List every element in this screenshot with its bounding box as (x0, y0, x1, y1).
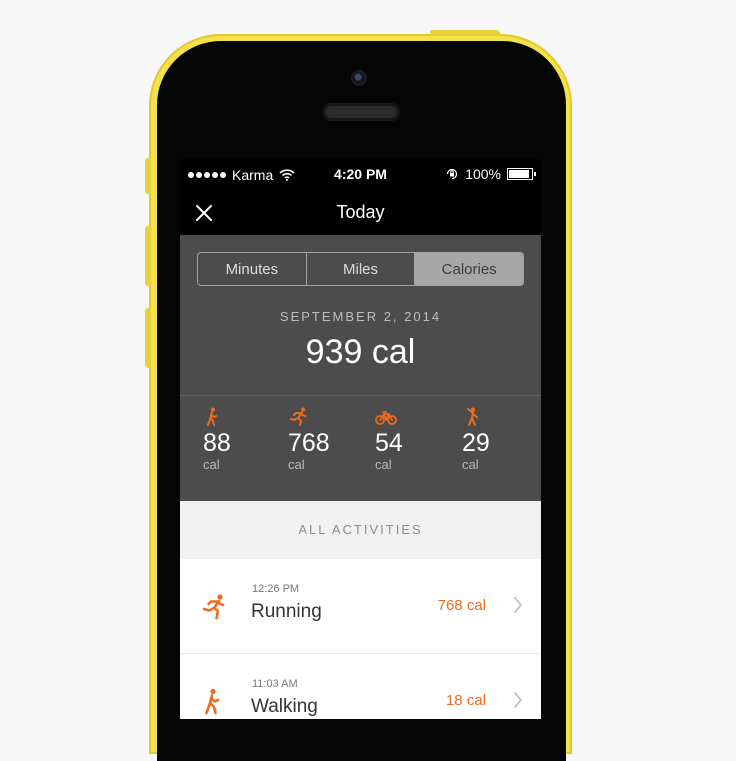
chevron-right-icon (514, 597, 522, 613)
stat-cycling: 54 cal (375, 407, 403, 473)
stat-cycling-value: 54 (375, 429, 403, 457)
stat-other: 29 cal (462, 407, 490, 473)
stat-walking-value: 88 (203, 429, 231, 457)
stat-cycling-unit: cal (375, 457, 392, 472)
cycling-icon (375, 411, 397, 425)
rotation-lock-icon (447, 168, 458, 180)
earpiece-speaker (322, 103, 400, 121)
summary-total: 939 cal (305, 333, 416, 371)
summary-divider (180, 395, 541, 396)
running-icon (202, 594, 225, 620)
stat-walking: 88 cal (203, 407, 231, 473)
stat-walking-unit: cal (203, 457, 220, 472)
battery-percent: 100% (465, 166, 501, 182)
tab-miles[interactable]: Miles (305, 253, 415, 285)
page-title: Today (336, 202, 385, 222)
tab-calories[interactable]: Calories (414, 253, 523, 285)
activity-calories: 768 cal (437, 597, 486, 614)
stat-other-value: 29 (462, 429, 490, 457)
activity-row-running[interactable]: 12:26 PM Running 768 cal (180, 559, 541, 654)
stat-other-unit: cal (462, 457, 479, 472)
walking-icon (205, 688, 220, 715)
all-activities-header: ALL ACTIVITIES (180, 501, 541, 559)
chevron-right-icon (514, 692, 522, 708)
running-icon (290, 407, 306, 426)
walking-icon (207, 407, 217, 426)
summary-panel: Minutes Miles Calories SEPTEMBER 2, 2014… (180, 235, 541, 501)
status-bar: Karma 4:20 PM 100% (180, 159, 541, 191)
stat-running-unit: cal (288, 457, 305, 472)
phone-power-button (430, 30, 500, 36)
activity-name: Running (251, 601, 322, 622)
activity-calories: 18 cal (445, 692, 486, 709)
tab-minutes[interactable]: Minutes (198, 253, 306, 285)
front-camera (351, 70, 367, 86)
battery-icon (507, 168, 536, 180)
activity-time: 12:26 PM (252, 583, 300, 595)
activity-icon (467, 407, 478, 426)
app-screen: Karma 4:20 PM 100% Today Minutes Miles C… (180, 159, 541, 719)
phone-volume-down (145, 308, 151, 368)
summary-date: SEPTEMBER 2, 2014 (279, 309, 442, 324)
activity-time: 11:03 AM (252, 678, 298, 690)
phone-mute-switch (145, 158, 151, 194)
stat-running-value: 768 (288, 429, 330, 457)
metric-segmented-control: Minutes Miles Calories (197, 252, 524, 286)
stat-running: 768 cal (288, 407, 330, 473)
activity-name: Walking (251, 696, 318, 717)
navigation-bar: Today (180, 191, 541, 235)
phone-volume-up (145, 226, 151, 286)
activity-row-walking[interactable]: 11:03 AM Walking 18 cal (180, 654, 541, 719)
